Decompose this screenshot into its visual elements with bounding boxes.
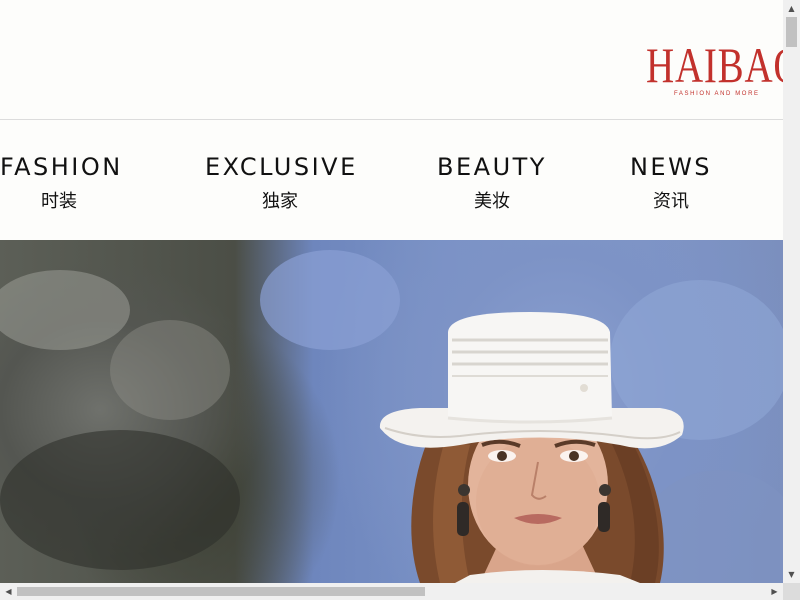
nav-item-exclusive[interactable]: EXCLUSIVE 独家	[205, 151, 355, 215]
horizontal-scrollbar[interactable]: ◀ ▶	[0, 583, 783, 600]
nav-label-en: NEWS	[629, 153, 713, 181]
main-nav: FASHION 时装 EXCLUSIVE 独家 BEAUTY 美妆 NEWS 资…	[0, 121, 783, 240]
nav-label-zh: 资讯	[653, 191, 689, 212]
nav-label-zh: 时装	[41, 191, 77, 212]
nav-item-beauty[interactable]: BEAUTY 美妆	[436, 151, 548, 215]
hero-photo-illustration	[0, 250, 783, 583]
scroll-right-icon[interactable]: ▶	[766, 583, 783, 600]
scroll-up-icon[interactable]: ▲	[783, 0, 800, 17]
page: HAIBAO FASHION AND MORE FASHION 时装 EXCLU…	[0, 0, 783, 583]
scrollbar-corner	[783, 583, 800, 600]
nav-label-zh: 独家	[262, 191, 298, 212]
scroll-left-icon[interactable]: ◀	[0, 583, 17, 600]
nav-label-en: EXCLUSIVE	[205, 153, 358, 181]
nav-item-fashion[interactable]: FASHION 时装	[0, 151, 123, 215]
logo-wordmark: HAIBAO	[646, 38, 783, 93]
nav-label-zh: 美妆	[474, 191, 510, 212]
logo-tagline: FASHION AND MORE	[674, 91, 760, 97]
nav-label-en: FASHION	[0, 153, 123, 181]
site-header: HAIBAO FASHION AND MORE	[0, 0, 783, 120]
nav-item-news[interactable]: NEWS 资讯	[627, 151, 715, 215]
site-logo[interactable]: HAIBAO FASHION AND MORE	[646, 38, 783, 102]
nav-label-en: BEAUTY	[437, 153, 547, 181]
hero-image[interactable]	[0, 240, 783, 583]
scroll-down-icon[interactable]: ▼	[783, 566, 800, 583]
vertical-scroll-thumb[interactable]	[786, 17, 797, 47]
horizontal-scroll-thumb[interactable]	[17, 587, 425, 596]
vertical-scrollbar[interactable]: ▲ ▼	[783, 0, 800, 583]
